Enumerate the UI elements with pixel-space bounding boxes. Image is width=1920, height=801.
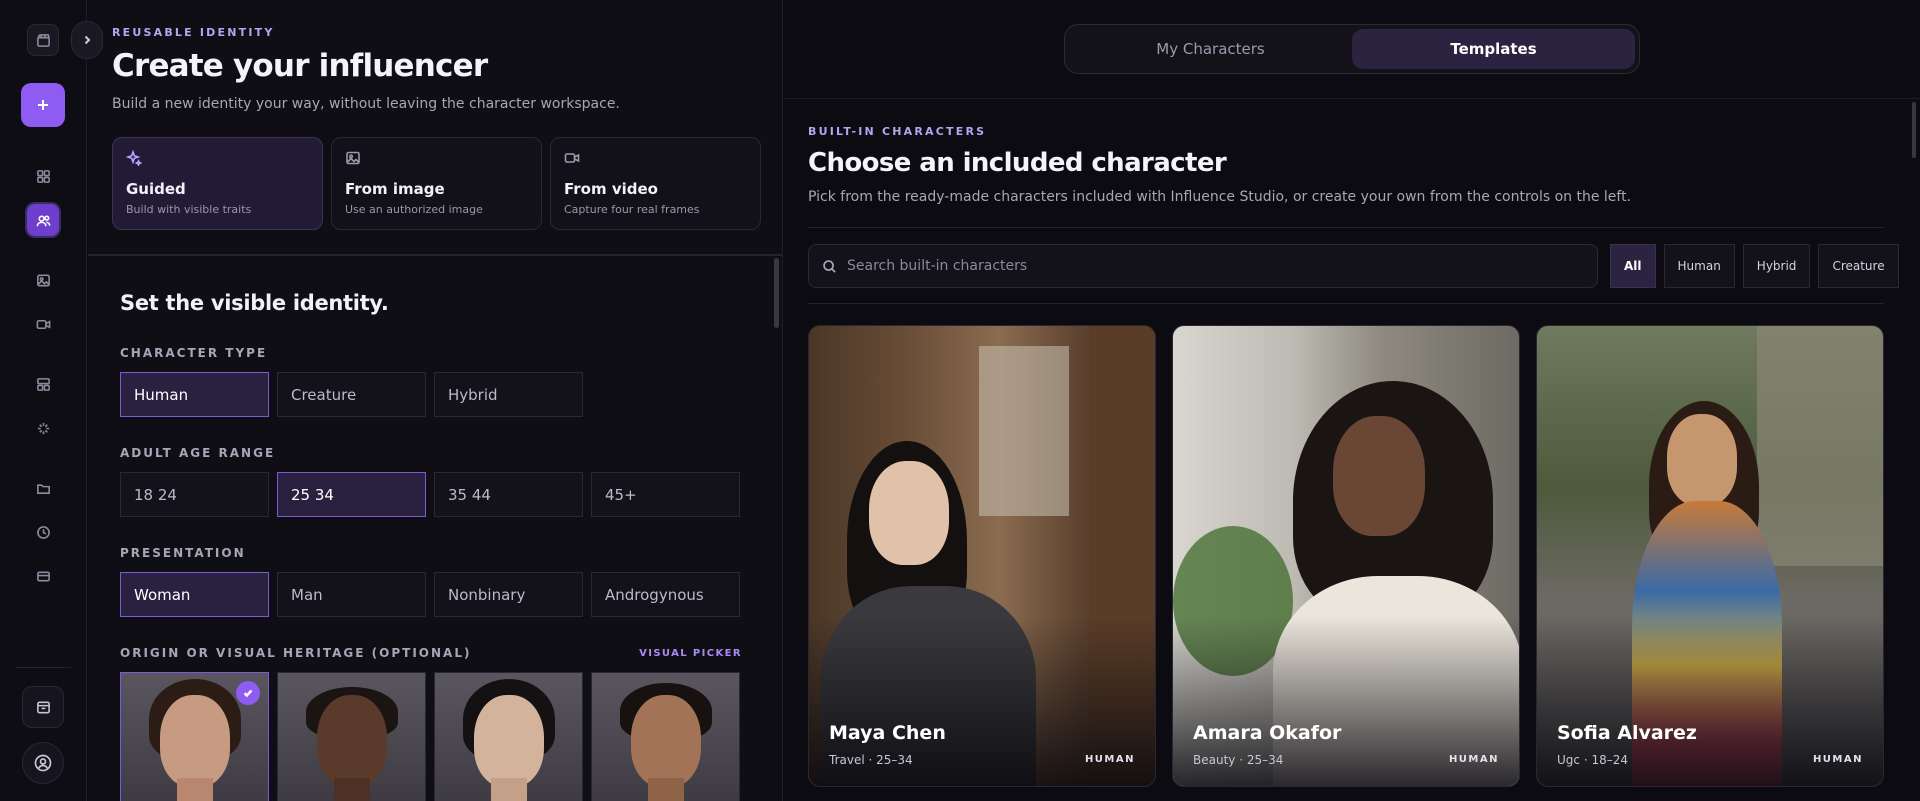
right-scrollbar[interactable] — [1912, 102, 1916, 158]
option-creature[interactable]: Creature — [277, 372, 426, 417]
option-nonbinary[interactable]: Nonbinary — [434, 572, 583, 617]
filter-creature[interactable]: Creature — [1818, 244, 1899, 288]
mode-from-video[interactable]: From video Capture four real frames — [550, 137, 761, 230]
right-divider — [808, 303, 1884, 304]
page-subtitle: Build a new identity your way, without l… — [112, 96, 620, 112]
age-range-label: ADULT AGE RANGE — [120, 446, 276, 460]
mode-subtitle: Use an authorized image — [345, 203, 483, 216]
mode-from-image[interactable]: From image Use an authorized image — [331, 137, 542, 230]
option-human[interactable]: Human — [120, 372, 269, 417]
right-top-divider — [784, 98, 1920, 99]
mode-title: From image — [345, 180, 445, 198]
clapperboard-icon[interactable] — [27, 24, 59, 56]
create-new-button[interactable] — [21, 83, 65, 127]
filter-all[interactable]: All — [1610, 244, 1656, 288]
check-icon — [236, 681, 260, 705]
age-range-options: 18 24 25 34 35 44 45+ — [120, 472, 740, 517]
mode-title: Guided — [126, 180, 186, 198]
character-type-label: CHARACTER TYPE — [120, 346, 268, 360]
visual-picker-link[interactable]: VISUAL PICKER — [639, 648, 742, 659]
section-title: Set the visible identity. — [120, 291, 389, 315]
heritage-face-picker — [120, 672, 740, 801]
icon-rail — [0, 0, 87, 801]
filter-hybrid[interactable]: Hybrid — [1742, 244, 1811, 288]
option-age-18-24[interactable]: 18 24 — [120, 472, 269, 517]
library-title: Choose an included character — [808, 148, 1227, 178]
sparkle-icon — [125, 149, 143, 168]
character-card-grid: Maya Chen Travel · 25–34 HUMAN Amara Oka… — [808, 325, 1884, 787]
character-meta: Ugc · 18–24 — [1557, 753, 1628, 767]
library-tabs: My Characters Templates — [1064, 24, 1640, 74]
user-profile-icon[interactable] — [22, 742, 64, 784]
search-icon — [823, 259, 836, 273]
character-library-panel: My Characters Templates BUILT-IN CHARACT… — [784, 0, 1920, 801]
sparkle-icon[interactable] — [27, 412, 59, 444]
left-eyebrow: REUSABLE IDENTITY — [112, 26, 275, 39]
option-androgynous[interactable]: Androgynous — [591, 572, 740, 617]
layout-icon[interactable] — [27, 368, 59, 400]
heritage-face-option[interactable] — [277, 672, 426, 801]
character-type-tag: HUMAN — [1084, 754, 1135, 765]
image-icon[interactable] — [27, 264, 59, 296]
heritage-face-option[interactable] — [591, 672, 740, 801]
image-icon — [345, 150, 361, 166]
character-type-options: Human Creature Hybrid — [120, 372, 583, 417]
users-icon[interactable] — [27, 204, 59, 236]
character-type-tag: HUMAN — [1448, 754, 1499, 765]
card-icon[interactable] — [27, 560, 59, 592]
character-card[interactable]: Amara Okafor Beauty · 25–34 HUMAN — [1172, 325, 1520, 787]
presentation-label: PRESENTATION — [120, 546, 246, 560]
grid-icon[interactable] — [27, 160, 59, 192]
tab-templates[interactable]: Templates — [1352, 29, 1635, 69]
tab-my-characters[interactable]: My Characters — [1069, 29, 1352, 69]
character-type-tag: HUMAN — [1812, 754, 1863, 765]
video-icon[interactable] — [27, 308, 59, 340]
right-eyebrow: BUILT-IN CHARACTERS — [808, 125, 987, 138]
character-name: Maya Chen — [829, 722, 946, 744]
rail-divider — [16, 667, 71, 668]
clock-icon[interactable] — [27, 516, 59, 548]
page-title: Create your influencer — [112, 48, 488, 84]
right-divider — [808, 227, 1884, 228]
mode-subtitle: Build with visible traits — [126, 203, 252, 216]
character-name: Sofia Alvarez — [1557, 722, 1697, 744]
mode-subtitle: Capture four real frames — [564, 203, 700, 216]
option-age-25-34[interactable]: 25 34 — [277, 472, 426, 517]
mode-title: From video — [564, 180, 658, 198]
heritage-label: ORIGIN OR VISUAL HERITAGE (OPTIONAL) — [120, 646, 472, 660]
creation-mode-selector: Guided Build with visible traits From im… — [112, 137, 761, 230]
left-divider — [88, 254, 782, 256]
option-age-45-plus[interactable]: 45+ — [591, 472, 740, 517]
option-age-35-44[interactable]: 35 44 — [434, 472, 583, 517]
inbox-icon[interactable] — [22, 686, 64, 728]
character-card[interactable]: Sofia Alvarez Ugc · 18–24 HUMAN — [1536, 325, 1884, 787]
heritage-face-option[interactable] — [120, 672, 269, 801]
left-scrollbar[interactable] — [774, 258, 779, 328]
video-icon — [564, 150, 580, 166]
chevron-right-icon — [84, 35, 91, 45]
mode-guided[interactable]: Guided Build with visible traits — [112, 137, 323, 230]
option-hybrid[interactable]: Hybrid — [434, 372, 583, 417]
expand-sidebar-button[interactable] — [71, 21, 103, 59]
presentation-options: Woman Man Nonbinary Androgynous — [120, 572, 740, 617]
character-meta: Travel · 25–34 — [829, 753, 913, 767]
character-name: Amara Okafor — [1193, 722, 1342, 744]
type-filter-group: All Human Hybrid Creature — [1610, 244, 1899, 288]
folder-icon[interactable] — [27, 472, 59, 504]
create-influencer-panel: REUSABLE IDENTITY Create your influencer… — [88, 0, 783, 801]
filter-human[interactable]: Human — [1663, 244, 1735, 288]
library-subtitle: Pick from the ready-made characters incl… — [808, 189, 1632, 205]
character-card[interactable]: Maya Chen Travel · 25–34 HUMAN — [808, 325, 1156, 787]
character-search-box — [808, 244, 1598, 288]
character-meta: Beauty · 25–34 — [1193, 753, 1284, 767]
option-woman[interactable]: Woman — [120, 572, 269, 617]
search-input[interactable] — [847, 258, 1547, 274]
heritage-face-option[interactable] — [434, 672, 583, 801]
option-man[interactable]: Man — [277, 572, 426, 617]
